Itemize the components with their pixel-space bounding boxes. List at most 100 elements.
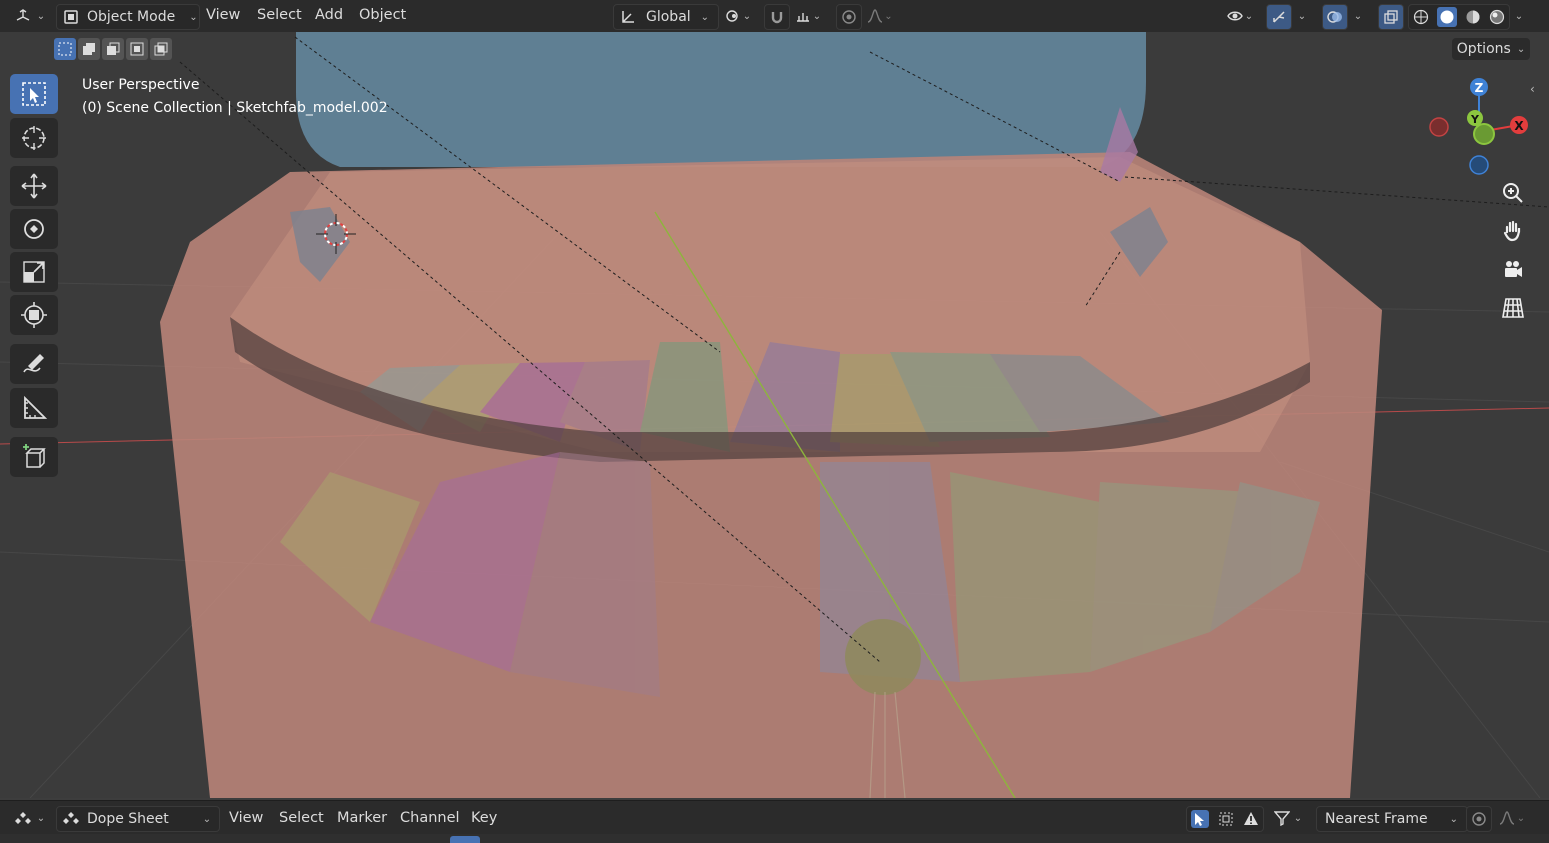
dopesheet-editor-type-button[interactable]: ⌄: [10, 806, 50, 830]
sidebar-toggle-chevron-icon[interactable]: ‹: [1530, 82, 1535, 96]
dopesheet-menu-select[interactable]: Select: [279, 810, 324, 826]
menu-add[interactable]: Add: [315, 7, 343, 23]
mode-dropdown[interactable]: Object Mode ⌄: [56, 4, 200, 30]
pointer-icon: [1195, 813, 1205, 826]
gizmo-x-label: X: [1514, 119, 1524, 133]
menu-view[interactable]: View: [206, 7, 240, 23]
select-box-tool[interactable]: [10, 74, 58, 114]
falloff-curve-icon: [1499, 811, 1515, 825]
playhead[interactable]: [450, 836, 480, 843]
snap-toggle[interactable]: [764, 4, 790, 30]
dopesheet-falloff-button[interactable]: ⌄: [1492, 806, 1532, 830]
dopesheet-menu-view[interactable]: View: [229, 810, 263, 826]
3d-viewport[interactable]: User Perspective (0) Scene Collection | …: [0, 32, 1549, 798]
gizmo-neg-y-handle[interactable]: [1473, 123, 1495, 145]
options-label: Options: [1456, 41, 1511, 57]
dopesheet-mode-label: Dope Sheet: [87, 811, 169, 827]
overlays-toggle[interactable]: [1322, 4, 1348, 30]
select-box-icon: [22, 82, 46, 106]
show-hidden-icon[interactable]: [1218, 811, 1234, 827]
chevron-down-icon: ⌄: [812, 10, 822, 22]
select-new-icon: [58, 42, 72, 56]
menu-select[interactable]: Select: [257, 7, 302, 23]
snap-target-button[interactable]: ⌄: [790, 4, 826, 28]
xray-toggle[interactable]: [1378, 4, 1404, 30]
orientation-label: Global: [646, 9, 691, 25]
chevron-down-icon: ⌄: [1516, 812, 1526, 824]
options-dropdown[interactable]: Options ⌄: [1452, 38, 1530, 60]
dopesheet-filter-group: [1186, 806, 1264, 832]
select-extend-icon: [83, 43, 95, 55]
chevron-down-icon: ⌄: [1244, 10, 1254, 22]
add-cube-tool[interactable]: [10, 437, 58, 477]
editor-type-button[interactable]: ⌄: [10, 4, 50, 28]
solid-shading-icon: [1440, 10, 1454, 24]
rendered-shading-icon[interactable]: [1489, 9, 1505, 25]
shading-dropdown[interactable]: ⌄: [1510, 4, 1528, 28]
dopesheet-icon: [14, 812, 31, 824]
shading-mode-group: [1408, 4, 1510, 30]
warning-icon[interactable]: [1243, 811, 1259, 827]
snapping-dropdown[interactable]: Nearest Frame ⌄: [1316, 806, 1468, 832]
wireframe-shading-icon[interactable]: [1413, 9, 1429, 25]
zoom-button[interactable]: [1494, 176, 1532, 210]
medallion: [845, 619, 921, 695]
chevron-down-icon: ⌄: [202, 813, 212, 825]
proportional-edit-icon: [1472, 812, 1486, 826]
select-invert-button[interactable]: [126, 38, 148, 60]
proportional-edit-icon: [842, 10, 856, 24]
measure-tool[interactable]: [10, 388, 58, 428]
select-new-button[interactable]: [54, 38, 76, 60]
pivot-point-button[interactable]: ⌄: [720, 4, 756, 28]
gizmo-toggle[interactable]: [1266, 4, 1292, 30]
dopesheet-menu-key[interactable]: Key: [471, 810, 497, 826]
move-icon: [21, 173, 47, 199]
visibility-dropdown[interactable]: ⌄: [1220, 4, 1260, 28]
transform-tool[interactable]: [10, 295, 58, 335]
chevron-down-icon: ⌄: [1353, 10, 1363, 22]
grid-perspective-icon: [1502, 298, 1524, 318]
chevron-down-icon: ⌄: [1297, 10, 1307, 22]
dopesheet-mode-dropdown[interactable]: Dope Sheet ⌄: [56, 806, 220, 832]
orientation-icon: [622, 11, 634, 23]
projection-toggle-button[interactable]: [1494, 291, 1532, 325]
dopesheet-menu-marker[interactable]: Marker: [337, 810, 387, 826]
filters-dropdown[interactable]: ⌄: [1268, 806, 1308, 830]
gizmo-dropdown[interactable]: ⌄: [1292, 4, 1312, 28]
solid-shading-button[interactable]: [1437, 7, 1457, 27]
rotate-tool[interactable]: [10, 209, 58, 249]
gizmo-z-label: Z: [1475, 81, 1484, 95]
gizmo-neg-x-handle[interactable]: [1429, 117, 1449, 137]
select-intersect-icon: [154, 42, 168, 56]
overlays-dropdown[interactable]: ⌄: [1348, 4, 1368, 28]
move-tool[interactable]: [10, 166, 58, 206]
camera-view-button[interactable]: [1494, 253, 1532, 287]
chevron-down-icon: ⌄: [1514, 10, 1524, 22]
navigation-gizmo[interactable]: Z X Y: [1420, 72, 1540, 182]
gizmo-neg-z-handle[interactable]: [1469, 155, 1489, 175]
pan-button[interactable]: [1494, 214, 1532, 248]
select-subtract-button[interactable]: [102, 38, 124, 60]
proportional-edit-toggle[interactable]: [836, 4, 862, 30]
viewport-header: ⌄ Object Mode ⌄ View Select Add Object G…: [0, 0, 1549, 32]
transform-orientation-dropdown[interactable]: Global ⌄: [613, 4, 719, 30]
select-subtract-icon: [107, 42, 120, 55]
xray-icon: [1384, 10, 1398, 24]
dopesheet-menu-channel[interactable]: Channel: [400, 810, 460, 826]
collection-label: (0) Scene Collection | Sketchfab_model.0…: [82, 100, 388, 116]
timeline-ruler[interactable]: [0, 834, 1549, 843]
select-intersect-button[interactable]: [150, 38, 172, 60]
select-extend-button[interactable]: [78, 38, 100, 60]
cursor-tool[interactable]: [10, 118, 58, 158]
chevron-down-icon: ⌄: [36, 10, 46, 22]
scale-tool[interactable]: [10, 252, 58, 292]
chevron-down-icon: ⌄: [36, 812, 46, 824]
select-mode-group: [54, 38, 172, 60]
proportional-falloff-button[interactable]: ⌄: [862, 4, 898, 28]
chevron-down-icon: ⌄: [189, 11, 198, 23]
dopesheet-proportional-toggle[interactable]: [1466, 806, 1492, 832]
menu-object[interactable]: Object: [359, 7, 406, 23]
only-selected-button[interactable]: [1191, 810, 1210, 828]
annotate-tool[interactable]: [10, 344, 58, 384]
material-shading-icon[interactable]: [1465, 9, 1481, 25]
